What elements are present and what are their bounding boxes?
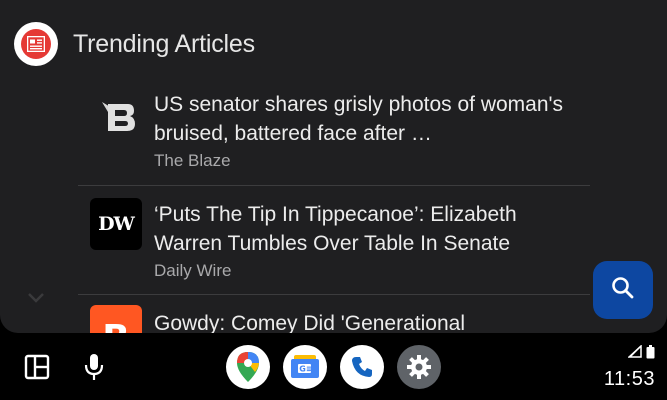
scroll-down-chevron-icon[interactable] [22, 284, 50, 312]
google-news-icon[interactable]: G≡ [283, 345, 327, 389]
dashboard-icon[interactable] [22, 352, 52, 382]
article-list: US senator shares grisly photos of woman… [78, 78, 590, 333]
navigation-bar: G≡ 11:53 [0, 333, 667, 400]
status-area: 11:53 [603, 344, 655, 391]
search-icon [610, 275, 636, 306]
settings-icon[interactable] [397, 345, 441, 389]
article-source: Daily Wire [154, 261, 232, 280]
article-headline: ‘Puts The Tip In Tippecanoe’: Elizabeth … [154, 203, 517, 255]
breitbart-logo-icon: B [90, 305, 142, 333]
the-blaze-logo-icon [90, 90, 142, 142]
clock: 11:53 [603, 368, 655, 390]
phone-icon[interactable] [340, 345, 384, 389]
logo-text: DW [98, 213, 135, 235]
search-button[interactable] [593, 261, 653, 319]
newspaper-icon[interactable] [14, 22, 58, 66]
app-card: Trending Articles US senator shares gris… [0, 0, 667, 333]
google-maps-icon[interactable] [226, 345, 270, 389]
signal-icon [627, 344, 642, 364]
battery-icon [646, 345, 655, 364]
daily-wire-logo-icon: DW [90, 198, 142, 250]
svg-text:G≡: G≡ [299, 365, 312, 374]
article-headline: US senator shares grisly photos of woman… [154, 93, 564, 145]
page-title: Trending Articles [73, 29, 255, 58]
microphone-icon[interactable] [80, 351, 108, 383]
list-item[interactable]: DW ‘Puts The Tip In Tippecanoe’: Elizabe… [78, 186, 590, 295]
article-headline: Gowdy: Comey Did 'Generational [154, 312, 465, 333]
article-source: The Blaze [154, 151, 231, 170]
logo-text: B [102, 318, 129, 334]
list-item[interactable]: US senator shares grisly photos of woman… [78, 78, 590, 186]
list-item[interactable]: B Gowdy: Comey Did 'Generational [78, 295, 590, 333]
app-header: Trending Articles [14, 22, 255, 66]
